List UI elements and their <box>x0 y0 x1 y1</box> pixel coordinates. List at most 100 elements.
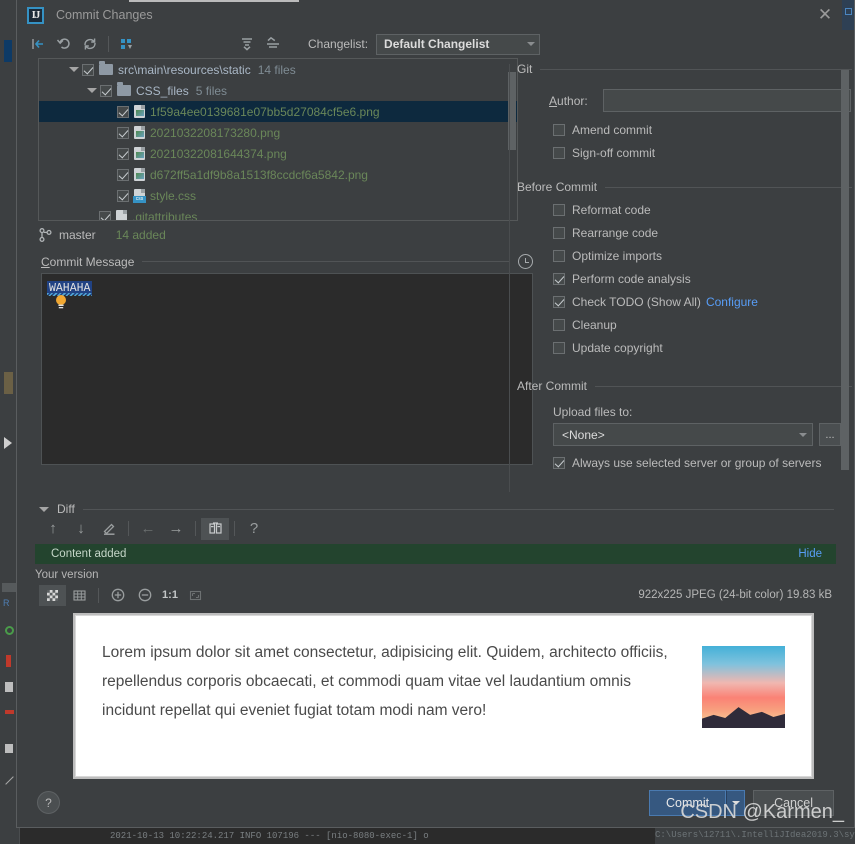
expand-all-icon[interactable] <box>234 32 260 56</box>
before-commit-option-label: Reformat code <box>572 202 651 217</box>
hide-link[interactable]: Hide <box>798 548 822 560</box>
before-commit-option[interactable]: Optimize imports <box>553 244 852 267</box>
checkbox-icon[interactable] <box>553 295 565 308</box>
help-diff-icon[interactable]: ? <box>240 518 268 540</box>
checkbox-icon[interactable] <box>82 63 94 76</box>
changelist-dropdown[interactable]: Default Changelist <box>376 33 541 55</box>
before-commit-option[interactable]: Update copyright <box>553 336 852 359</box>
changes-toolbar: Changelist: Default Changelist <box>17 30 854 58</box>
tree-row[interactable]: d672ff5a1df9b8a1513f8ccdcf6a5842.png <box>39 164 517 185</box>
before-commit-option-label: Cleanup <box>572 317 617 332</box>
help-button[interactable]: ? <box>37 791 60 815</box>
accept-right-icon[interactable]: → <box>162 518 190 540</box>
tree-node-label: CSS_files <box>136 83 189 98</box>
chevron-down-icon[interactable] <box>69 67 79 72</box>
show-diff-icon[interactable] <box>25 32 51 56</box>
checkbox-icon[interactable] <box>553 456 565 469</box>
checkbox-icon[interactable] <box>117 105 129 118</box>
checkbox-icon[interactable] <box>117 189 129 202</box>
tree-node-label: src\main\resources\static <box>118 62 251 77</box>
checkbox-icon[interactable] <box>553 146 565 159</box>
always-use-server-option[interactable]: Always use selected server or group of s… <box>553 451 852 474</box>
footer-buttons: Commit Cancel <box>649 789 834 816</box>
checkbox-icon[interactable] <box>117 168 129 181</box>
gutter-marker <box>6 655 11 667</box>
lightbulb-icon[interactable] <box>55 294 67 310</box>
checkbox-icon[interactable] <box>117 147 129 160</box>
compare-side-by-side-icon[interactable] <box>201 517 229 540</box>
commit-button[interactable]: Commit <box>649 789 727 816</box>
fit-to-window-icon[interactable] <box>182 585 209 606</box>
upload-server-dropdown[interactable]: <None> <box>553 423 813 446</box>
tree-row[interactable]: 1f59a4ee0139681e07bb5d27084cf5e6.png <box>39 101 517 122</box>
checkbox-icon[interactable] <box>553 226 565 239</box>
git-options-list: Amend commit Sign-off commit <box>517 118 852 164</box>
ide-status-path: C:\Users\12711\.IntelliJIdea2019.3\syste… <box>655 826 855 844</box>
configure-link[interactable]: Configure <box>706 295 758 309</box>
upload-browse-button[interactable]: ... <box>819 423 841 446</box>
options-panel-scrollbar[interactable] <box>841 70 849 470</box>
tree-row[interactable]: style.css <box>39 185 517 206</box>
chevron-down-icon[interactable] <box>39 506 49 512</box>
git-option[interactable]: Sign-off commit <box>553 141 852 164</box>
checkbox-icon[interactable] <box>553 249 565 262</box>
toggle-transparency-chessboard-icon[interactable] <box>39 584 66 606</box>
after-commit-group-header: After Commit <box>517 379 852 393</box>
git-option[interactable]: Amend commit <box>553 118 852 141</box>
tree-node-label: d672ff5a1df9b8a1513f8ccdcf6a5842.png <box>150 167 368 182</box>
edit-source-icon[interactable] <box>95 518 123 540</box>
toggle-grid-icon[interactable] <box>66 585 93 606</box>
chevron-down-icon[interactable] <box>87 88 97 93</box>
tree-row[interactable]: .gitattributes <box>39 206 517 220</box>
file-icon <box>116 210 127 220</box>
collapse-all-icon[interactable] <box>260 32 286 56</box>
tree-node-label: 1f59a4ee0139681e07bb5d27084cf5e6.png <box>150 104 380 119</box>
rollback-icon[interactable] <box>51 32 77 56</box>
checkbox-icon[interactable] <box>553 203 565 216</box>
divider-line <box>605 186 852 188</box>
before-commit-option[interactable]: Perform code analysis <box>553 267 852 290</box>
close-icon[interactable]: ✕ <box>814 4 836 26</box>
divider-line <box>540 68 852 70</box>
image-file-icon <box>134 105 145 118</box>
author-row: Author: <box>549 89 852 112</box>
checkbox-icon[interactable] <box>100 84 112 97</box>
commit-message-header: Commit Message <box>41 254 533 269</box>
zoom-out-icon[interactable] <box>131 585 158 606</box>
gutter-marker <box>5 682 13 692</box>
before-commit-option[interactable]: Rearrange code <box>553 221 852 244</box>
background-window-edge <box>842 0 854 30</box>
diff-toolbar: ↑ ↓ ← → ? <box>17 516 854 542</box>
tree-row[interactable]: 20210322081644374.png <box>39 143 517 164</box>
refresh-icon[interactable] <box>77 32 103 56</box>
gutter-marker <box>5 710 14 714</box>
actual-size-icon[interactable]: 1:1 <box>158 585 182 606</box>
next-difference-icon[interactable]: ↓ <box>67 518 95 540</box>
zoom-in-icon[interactable] <box>104 585 131 606</box>
checkbox-icon[interactable] <box>553 341 565 354</box>
checkbox-icon[interactable] <box>99 210 111 220</box>
checkbox-icon[interactable] <box>553 123 565 136</box>
previous-difference-icon[interactable]: ↑ <box>39 518 67 540</box>
gutter-marker <box>5 626 14 635</box>
folder-icon <box>99 61 113 75</box>
author-label: Author: <box>549 93 588 108</box>
before-commit-option[interactable]: Check TODO (Show All) Configure <box>553 290 852 313</box>
commit-dropdown-button[interactable] <box>726 789 746 816</box>
tree-node-meta: 14 files <box>257 62 296 77</box>
checkbox-icon[interactable] <box>553 318 565 331</box>
accept-left-icon[interactable]: ← <box>134 518 162 540</box>
checkbox-icon[interactable] <box>117 126 129 139</box>
before-commit-option[interactable]: Cleanup <box>553 313 852 336</box>
checkbox-icon[interactable] <box>553 272 565 285</box>
tree-row[interactable]: CSS_files 5 files <box>39 80 517 101</box>
changed-files-tree[interactable]: src\main\resources\static 14 files CSS_fil… <box>38 58 518 221</box>
before-commit-option[interactable]: Reformat code <box>553 198 852 221</box>
tree-row[interactable]: src\main\resources\static 14 files <box>39 59 517 80</box>
toolbar-separator <box>128 521 129 537</box>
commit-message-input[interactable]: WAHAHA <box>41 273 533 465</box>
cancel-button[interactable]: Cancel <box>753 789 834 816</box>
author-field[interactable] <box>603 89 851 112</box>
tree-row[interactable]: 2021032208173280.png <box>39 122 517 143</box>
group-by-icon[interactable] <box>114 32 140 56</box>
